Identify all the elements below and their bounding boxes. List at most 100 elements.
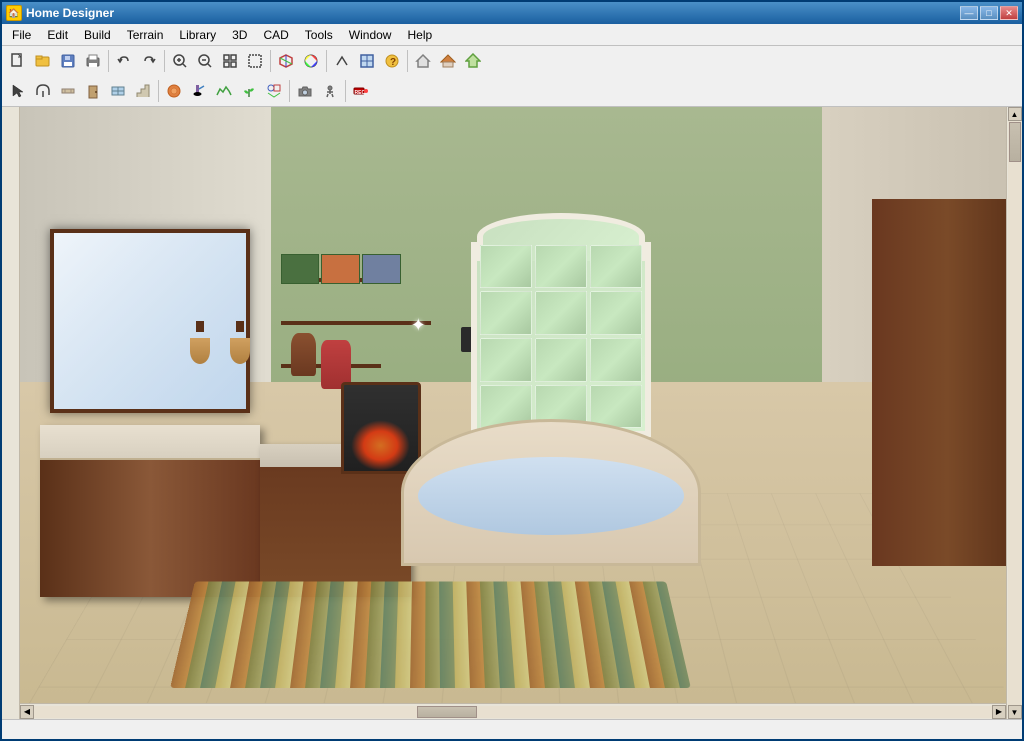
toolbar-row-2: REC	[2, 76, 1022, 106]
minimize-button[interactable]: —	[960, 6, 978, 20]
scroll-left-arrow[interactable]: ◀	[20, 705, 34, 719]
toolbar-sep-4	[326, 50, 327, 72]
wall-button[interactable]	[56, 79, 80, 103]
left-ruler	[2, 107, 20, 719]
select-arrow-button[interactable]	[6, 79, 30, 103]
toolbar-sep-8	[345, 80, 346, 102]
toolbar-sep-7	[289, 80, 290, 102]
menu-edit[interactable]: Edit	[39, 24, 76, 45]
snap-button[interactable]	[31, 79, 55, 103]
3d-view: ✦	[20, 107, 1022, 719]
viewport[interactable]: ✦	[20, 107, 1022, 719]
floor-rug	[170, 581, 691, 688]
material-button[interactable]	[162, 79, 186, 103]
symbol-button[interactable]	[262, 79, 286, 103]
window-pane-1	[480, 245, 532, 289]
vase-1	[291, 333, 316, 376]
help-button[interactable]: ?	[380, 49, 404, 73]
bathtub-area	[401, 382, 702, 566]
open-button[interactable]	[31, 49, 55, 73]
title-bar-controls: — □ ✕	[960, 6, 1018, 20]
right-cabinet	[872, 199, 1022, 566]
scroll-track-vertical[interactable]	[1008, 121, 1022, 705]
zoom-fit-button[interactable]	[218, 49, 242, 73]
window-pane-3	[590, 245, 642, 289]
scrollbar-horizontal[interactable]: ◀ ▶	[20, 703, 1006, 719]
window-pane-4	[480, 291, 532, 335]
zoom-out-button[interactable]	[193, 49, 217, 73]
menu-cad[interactable]: CAD	[255, 24, 296, 45]
toolbar-sep-3	[270, 50, 271, 72]
menu-library[interactable]: Library	[171, 24, 224, 45]
menu-3d[interactable]: 3D	[224, 24, 255, 45]
camera-button[interactable]	[293, 79, 317, 103]
menu-terrain[interactable]: Terrain	[119, 24, 172, 45]
paint-button[interactable]	[187, 79, 211, 103]
maximize-button[interactable]: □	[980, 6, 998, 20]
undo-button[interactable]	[112, 49, 136, 73]
menu-help[interactable]: Help	[399, 24, 440, 45]
scroll-thumb-vertical[interactable]	[1009, 122, 1021, 162]
window-pane-5	[535, 291, 587, 335]
door-button[interactable]	[81, 79, 105, 103]
zoom-in-button[interactable]	[168, 49, 192, 73]
roof-3d-button[interactable]	[436, 49, 460, 73]
scroll-thumb-horizontal[interactable]	[417, 706, 477, 718]
app-icon: 🏠	[6, 5, 22, 21]
menu-file[interactable]: File	[4, 24, 39, 45]
new-button[interactable]	[6, 49, 30, 73]
toolbar-sep-2	[164, 50, 165, 72]
print-button[interactable]	[81, 49, 105, 73]
stair-button[interactable]	[131, 79, 155, 103]
window-pane-8	[535, 338, 587, 382]
left-vanity	[40, 425, 260, 596]
scroll-up-arrow[interactable]: ▲	[1008, 107, 1022, 121]
sconce-mount-right	[236, 321, 244, 332]
svg-text:?: ?	[390, 57, 396, 68]
house-button[interactable]	[411, 49, 435, 73]
color-button[interactable]	[299, 49, 323, 73]
status-bar	[2, 719, 1022, 739]
scene-container: ✦	[20, 107, 1022, 719]
record-button[interactable]: REC	[349, 79, 373, 103]
books-area	[281, 254, 401, 285]
toolbar-area: ?	[2, 46, 1022, 107]
main-area: ✦	[2, 107, 1022, 719]
scrollbar-vertical[interactable]: ▲ ▼	[1006, 107, 1022, 719]
scroll-track-horizontal[interactable]	[34, 706, 992, 718]
exterior-button[interactable]	[461, 49, 485, 73]
book-3	[362, 254, 401, 285]
walkaround-button[interactable]	[318, 79, 342, 103]
vanity-body	[40, 460, 260, 597]
menu-tools[interactable]: Tools	[297, 24, 341, 45]
plant-button[interactable]	[237, 79, 261, 103]
scroll-right-arrow[interactable]: ▶	[992, 705, 1006, 719]
vase-2	[321, 340, 351, 389]
floor-plan-button[interactable]	[355, 49, 379, 73]
book-2	[321, 254, 360, 285]
menu-build[interactable]: Build	[76, 24, 119, 45]
app-window: 🏠 Home Designer — □ ✕ File Edit Build Te…	[0, 0, 1024, 741]
toolbar-sep-6	[158, 80, 159, 102]
bathtub-surround	[401, 419, 702, 566]
window-button[interactable]	[106, 79, 130, 103]
save-button[interactable]	[56, 49, 80, 73]
menu-window[interactable]: Window	[341, 24, 400, 45]
redo-button[interactable]	[137, 49, 161, 73]
select-window-button[interactable]	[243, 49, 267, 73]
book-1	[281, 254, 320, 285]
menu-bar: File Edit Build Terrain Library 3D CAD T…	[2, 24, 1022, 46]
arrow-up-button[interactable]	[330, 49, 354, 73]
terrain-button[interactable]	[212, 79, 236, 103]
toolbar-row-1: ?	[2, 46, 1022, 76]
svg-text:REC: REC	[355, 90, 366, 96]
close-button[interactable]: ✕	[1000, 6, 1018, 20]
window-pane-2	[535, 245, 587, 289]
window-title: Home Designer	[26, 6, 114, 20]
view3d-button[interactable]	[274, 49, 298, 73]
scroll-down-arrow[interactable]: ▼	[1008, 705, 1022, 719]
shelf-2	[281, 321, 431, 325]
sconce-mount-left	[196, 321, 204, 332]
toolbar-sep-5	[407, 50, 408, 72]
star-decor: ✦	[411, 315, 426, 336]
